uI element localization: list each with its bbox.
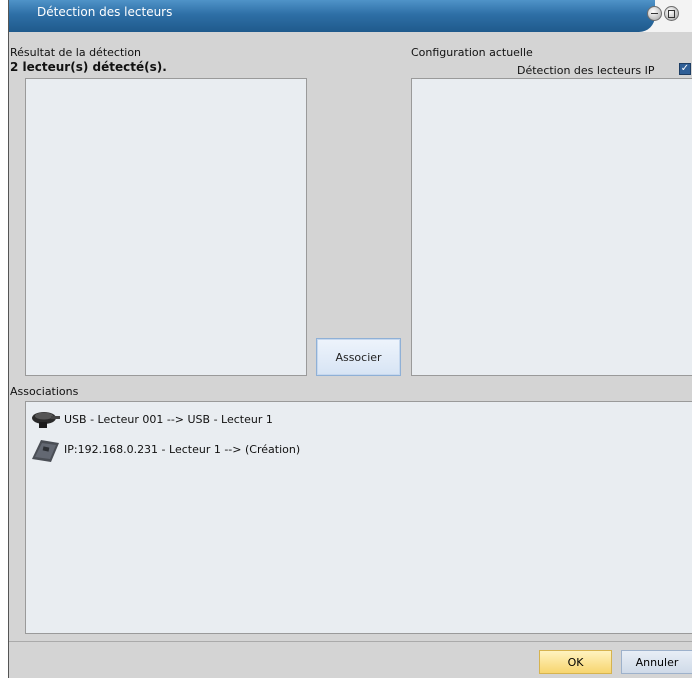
window-title: Détection des lecteurs: [37, 5, 173, 19]
config-section-label: Configuration actuelle: [411, 46, 533, 59]
minimize-button[interactable]: [647, 6, 662, 21]
title-tab: Détection des lecteurs: [9, 0, 655, 32]
ip-detection-label: Détection des lecteurs IP: [517, 64, 655, 77]
minimize-icon: [651, 13, 658, 14]
ip-reader-icon: [32, 440, 59, 462]
cancel-button[interactable]: Annuler: [621, 650, 692, 674]
list-item[interactable]: USB - Lecteur 001 --> USB - Lecteur 1: [26, 406, 686, 434]
footer-divider: [9, 641, 692, 642]
detection-results-list[interactable]: [25, 78, 307, 376]
detection-count: 2 lecteur(s) détecté(s).: [10, 60, 167, 74]
association-text: IP:192.168.0.231 - Lecteur 1 --> (Créati…: [64, 443, 301, 456]
current-config-list[interactable]: [411, 78, 692, 376]
ok-button[interactable]: OK: [539, 650, 612, 674]
detection-section-label: Résultat de la détection: [10, 46, 142, 59]
restore-icon: [668, 10, 675, 18]
checkmark-icon: ✓: [680, 63, 690, 74]
dialog-window: Détection des lecteurs Résultat de la dé…: [8, 0, 692, 678]
usb-reader-icon: [32, 412, 60, 428]
association-text: USB - Lecteur 001 --> USB - Lecteur 1: [64, 413, 273, 426]
list-item[interactable]: IP:192.168.0.231 - Lecteur 1 --> (Créati…: [26, 436, 686, 464]
restore-button[interactable]: [664, 6, 679, 21]
associations-label: Associations: [10, 385, 79, 398]
associations-list[interactable]: USB - Lecteur 001 --> USB - Lecteur 1 IP…: [25, 401, 692, 634]
ip-detection-checkbox[interactable]: ✓: [679, 63, 691, 75]
title-bar: Détection des lecteurs: [9, 0, 692, 32]
associate-button[interactable]: Associer: [316, 338, 401, 376]
